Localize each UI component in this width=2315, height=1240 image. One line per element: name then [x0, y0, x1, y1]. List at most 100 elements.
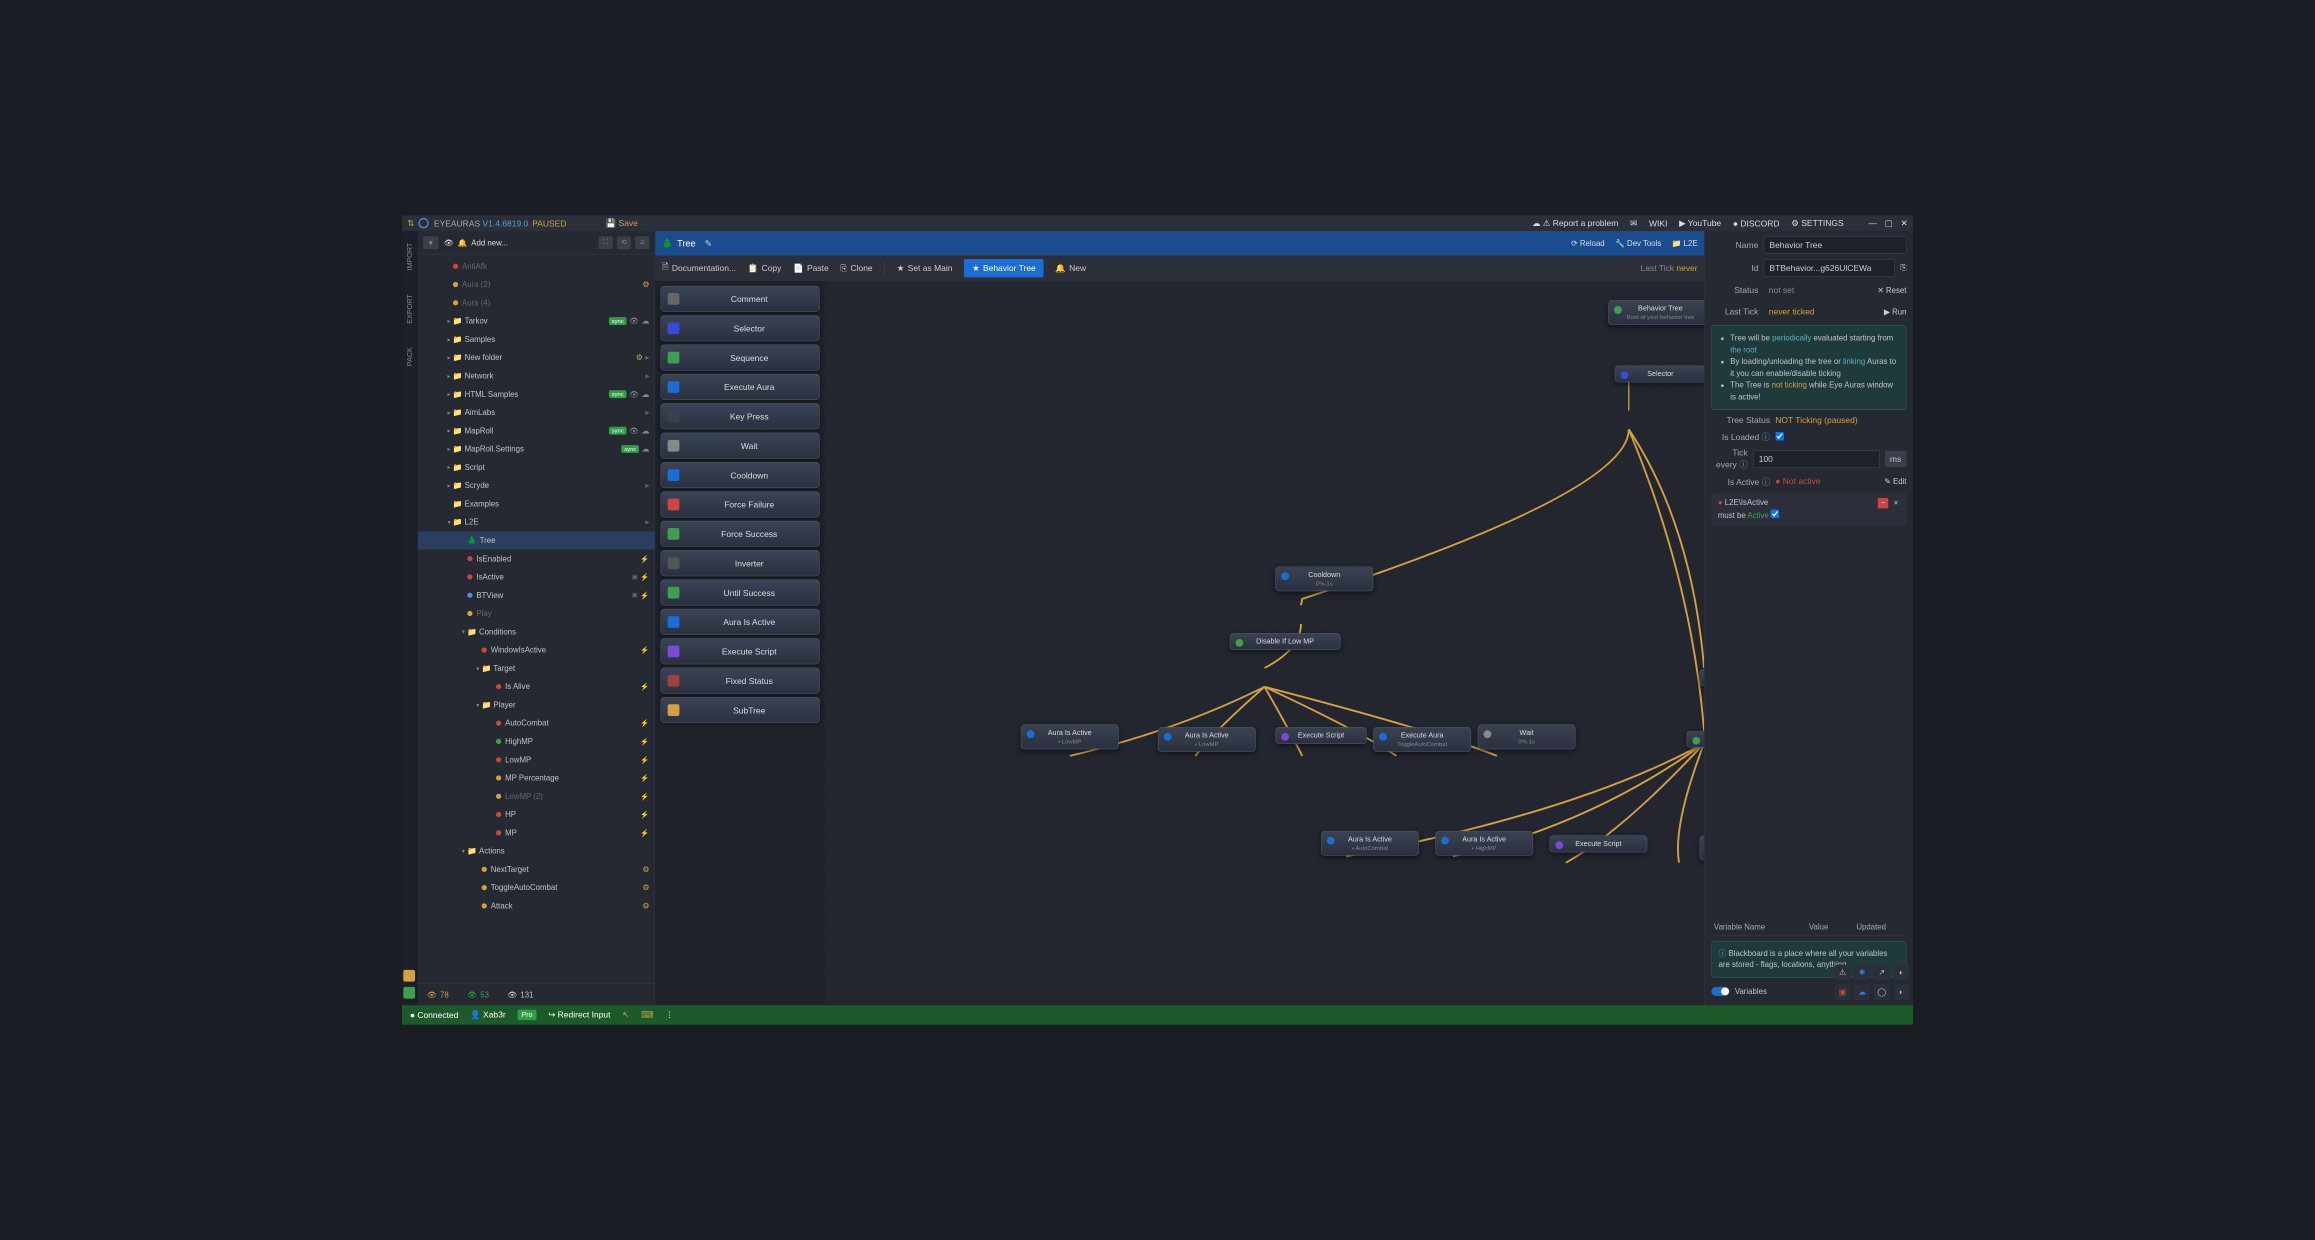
tree-item[interactable]: ▸📁MapRollsync👁☁ — [418, 422, 655, 440]
tray-4[interactable]: ◐ — [1893, 965, 1909, 981]
import-tab[interactable]: IMPORT — [405, 238, 415, 276]
tree-item[interactable]: 📁Examples — [418, 495, 655, 513]
tree-item[interactable]: ▸📁AimLabs▸ — [418, 403, 655, 421]
tray-3[interactable]: ↗ — [1874, 965, 1890, 981]
sync-icon[interactable]: ⟲ — [617, 236, 631, 249]
tree-item[interactable]: Aura (4) — [418, 294, 655, 312]
mail-icon[interactable]: ✉ — [1630, 218, 1637, 228]
tree-item[interactable]: ▾📁Actions — [418, 842, 655, 860]
name-input[interactable] — [1764, 236, 1907, 254]
palette-force-failure[interactable]: Force Failure — [660, 491, 819, 517]
wiki-link[interactable]: WIKI — [1649, 218, 1667, 228]
tree-item[interactable]: MP⚡ — [418, 824, 655, 842]
tree-item[interactable]: AutoCombat⚡ — [418, 714, 655, 732]
tray-6[interactable]: ☁ — [1854, 984, 1870, 1000]
run-button[interactable]: ▶ Run — [1884, 307, 1907, 316]
tree-item[interactable]: ▸📁Tarkovsync👁☁ — [418, 312, 655, 330]
menu-icon[interactable]: ⇅ — [407, 218, 414, 228]
more-icon[interactable]: ⋮ — [665, 1010, 673, 1020]
edit-button[interactable]: ✎ Edit — [1884, 477, 1906, 486]
minimize-button[interactable]: — — [1868, 218, 1876, 228]
node-cooldown[interactable]: Cooldown0%-1s — [1275, 566, 1373, 591]
copy-id-icon[interactable]: ⎘ — [1900, 263, 1906, 273]
node-exec-script[interactable]: Execute Script — [1275, 727, 1366, 744]
node-exec-aura[interactable]: Execute AuraToggleAutoCombat — [1373, 727, 1471, 752]
tree-item[interactable]: HP⚡ — [418, 805, 655, 823]
variables-toggle[interactable] — [1711, 987, 1729, 996]
clone-button[interactable]: ⎘ Clone — [840, 263, 872, 273]
node-aura2[interactable]: Aura Is Active• LowMP — [1158, 727, 1256, 752]
maximize-button[interactable]: ▢ — [1885, 218, 1893, 228]
node-cooldown2[interactable]: Cooldov — [1700, 669, 1705, 686]
bt-canvas[interactable]: Behavior TreeRoot of your behavior tree … — [825, 281, 1704, 1005]
node-enable-high[interactable]: Enable If Hig — [1687, 731, 1705, 748]
tree-item[interactable]: MP Percentage⚡ — [418, 769, 655, 787]
tree-item[interactable]: ▸📁Network▸ — [418, 367, 655, 385]
cond-checkbox[interactable] — [1771, 510, 1779, 518]
redirect-input[interactable]: ↪ Redirect Input — [548, 1010, 610, 1020]
copy-button[interactable]: 📋 Copy — [748, 263, 782, 273]
tree-item[interactable]: BTView▣⚡ — [418, 586, 655, 604]
tree-item[interactable]: IsActive▣⚡ — [418, 568, 655, 586]
palette-subtree[interactable]: SubTree — [660, 697, 819, 723]
palette-execute-script[interactable]: Execute Script — [660, 638, 819, 664]
node-disable-lowmp[interactable]: Disable If Low MP — [1230, 633, 1341, 650]
tray-8[interactable]: ◐ — [1893, 984, 1909, 1000]
paste-button[interactable]: 📄 Paste — [793, 263, 829, 273]
new-button[interactable]: 🔔 New — [1055, 263, 1086, 273]
lf-1[interactable] — [403, 970, 415, 982]
palette-execute-aura[interactable]: Execute Aura — [660, 374, 819, 400]
tree-item[interactable]: Attack⚙ — [418, 897, 655, 915]
l2e-link[interactable]: 📁 L2E — [1672, 239, 1698, 248]
node-b4[interactable]: ExeTogg — [1700, 835, 1705, 860]
collapse-all-button[interactable]: ▾ — [423, 236, 439, 249]
cond-remove-icon[interactable]: − — [1878, 498, 1888, 508]
discord-link[interactable]: ● DISCORD — [1733, 218, 1780, 228]
tree-item[interactable]: HighMP⚡ — [418, 732, 655, 750]
tree-item[interactable]: ▾📁L2E▸ — [418, 513, 655, 531]
tab-tree[interactable]: 🌲 Tree ✎ — [662, 238, 713, 249]
node-selector[interactable]: Selector — [1615, 365, 1704, 382]
tree-item[interactable]: AntiAfk — [418, 257, 655, 275]
tray-2[interactable]: ✱ — [1854, 965, 1870, 981]
tray-7[interactable]: ◯ — [1874, 984, 1890, 1000]
tray-1[interactable]: ⚠ — [1835, 965, 1851, 981]
node-b3[interactable]: Execute Script — [1549, 835, 1647, 852]
tab-edit-icon[interactable]: ✎ — [705, 238, 713, 249]
export-tab[interactable]: EXPORT — [405, 289, 415, 329]
palette-inverter[interactable]: Inverter — [660, 550, 819, 576]
close-button[interactable]: ✕ — [1901, 218, 1908, 228]
tree-item[interactable]: ▾📁Conditions — [418, 623, 655, 641]
tree-item[interactable]: Is Alive⚡ — [418, 677, 655, 695]
documentation-button[interactable]: 🗎 Documentation... — [662, 261, 736, 275]
cursor-icon[interactable]: ↖ — [622, 1010, 629, 1020]
palette-sequence[interactable]: Sequence — [660, 345, 819, 371]
node-aura1[interactable]: Aura Is Active• LowMP — [1021, 724, 1119, 749]
tray-5[interactable]: ▣ — [1835, 984, 1851, 1000]
behavior-tree-tab[interactable]: ★ Behavior Tree — [964, 259, 1043, 277]
devtools-button[interactable]: 🔧 Dev Tools — [1615, 239, 1661, 248]
add-new-button[interactable]: 👁 🔔 Add new... — [444, 238, 593, 247]
youtube-link[interactable]: ▶ YouTube — [1679, 218, 1721, 228]
tree-item[interactable]: ToggleAutoCombat⚙ — [418, 878, 655, 896]
tree-item[interactable]: ▾📁Player — [418, 696, 655, 714]
reset-button[interactable]: ✕ Reset — [1877, 285, 1906, 294]
tree-item[interactable]: ▸📁MapRoll.Settingssync☁ — [418, 440, 655, 458]
tickevery-input[interactable] — [1753, 450, 1880, 468]
node-b1[interactable]: Aura Is Active• AutoCombat — [1321, 831, 1419, 856]
palette-force-success[interactable]: Force Success — [660, 521, 819, 547]
tree-item[interactable]: ▸📁Script — [418, 458, 655, 476]
palette-comment[interactable]: Comment — [660, 286, 819, 312]
lf-2[interactable] — [403, 987, 415, 999]
pack-tab[interactable]: PACK — [405, 342, 415, 371]
palette-until-success[interactable]: Until Success — [660, 580, 819, 606]
tree-item[interactable]: ▸📁HTML Samplessync👁☁ — [418, 385, 655, 403]
palette-key-press[interactable]: Key Press — [660, 403, 819, 429]
expand-icon[interactable]: ⛶ — [598, 236, 612, 249]
tree-item[interactable]: LowMP⚡ — [418, 751, 655, 769]
report-problem-link[interactable]: ☁ ⚠ Report a problem — [1532, 218, 1618, 228]
user-name[interactable]: 👤 Xab3r — [470, 1010, 506, 1020]
reload-button[interactable]: ⟳ Reload — [1571, 239, 1605, 248]
tree-item[interactable]: ▸📁Scryde▸ — [418, 476, 655, 494]
tree-item[interactable]: 🌲Tree — [418, 531, 655, 549]
